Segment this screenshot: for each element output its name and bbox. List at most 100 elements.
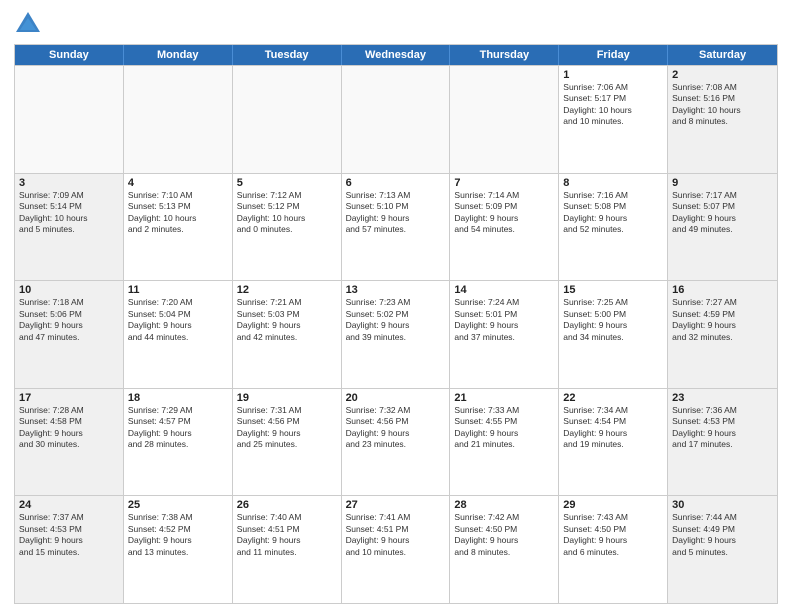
day-info: Sunrise: 7:32 AM Sunset: 4:56 PM Dayligh… xyxy=(346,405,446,451)
day-number: 21 xyxy=(454,392,554,404)
day-info: Sunrise: 7:27 AM Sunset: 4:59 PM Dayligh… xyxy=(672,297,773,343)
calendar-row-4: 24Sunrise: 7:37 AM Sunset: 4:53 PM Dayli… xyxy=(15,495,777,603)
calendar-cell-r3-c5: 22Sunrise: 7:34 AM Sunset: 4:54 PM Dayli… xyxy=(559,389,668,496)
day-info: Sunrise: 7:29 AM Sunset: 4:57 PM Dayligh… xyxy=(128,405,228,451)
day-number: 6 xyxy=(346,177,446,189)
day-number: 17 xyxy=(19,392,119,404)
day-info: Sunrise: 7:24 AM Sunset: 5:01 PM Dayligh… xyxy=(454,297,554,343)
calendar-cell-r1-c3: 6Sunrise: 7:13 AM Sunset: 5:10 PM Daylig… xyxy=(342,174,451,281)
day-number: 24 xyxy=(19,499,119,511)
day-number: 26 xyxy=(237,499,337,511)
day-info: Sunrise: 7:12 AM Sunset: 5:12 PM Dayligh… xyxy=(237,190,337,236)
day-info: Sunrise: 7:08 AM Sunset: 5:16 PM Dayligh… xyxy=(672,82,773,128)
header-day-thursday: Thursday xyxy=(450,45,559,65)
day-number: 23 xyxy=(672,392,773,404)
day-number: 12 xyxy=(237,284,337,296)
day-info: Sunrise: 7:06 AM Sunset: 5:17 PM Dayligh… xyxy=(563,82,663,128)
day-number: 11 xyxy=(128,284,228,296)
day-info: Sunrise: 7:18 AM Sunset: 5:06 PM Dayligh… xyxy=(19,297,119,343)
day-info: Sunrise: 7:25 AM Sunset: 5:00 PM Dayligh… xyxy=(563,297,663,343)
logo-icon xyxy=(14,10,42,38)
day-number: 28 xyxy=(454,499,554,511)
calendar-cell-r0-c4 xyxy=(450,66,559,173)
day-number: 13 xyxy=(346,284,446,296)
day-number: 22 xyxy=(563,392,663,404)
calendar-cell-r3-c2: 19Sunrise: 7:31 AM Sunset: 4:56 PM Dayli… xyxy=(233,389,342,496)
header-day-tuesday: Tuesday xyxy=(233,45,342,65)
header xyxy=(14,10,778,38)
calendar-cell-r0-c3 xyxy=(342,66,451,173)
calendar-cell-r0-c5: 1Sunrise: 7:06 AM Sunset: 5:17 PM Daylig… xyxy=(559,66,668,173)
calendar-row-1: 3Sunrise: 7:09 AM Sunset: 5:14 PM Daylig… xyxy=(15,173,777,281)
header-day-friday: Friday xyxy=(559,45,668,65)
calendar-cell-r3-c0: 17Sunrise: 7:28 AM Sunset: 4:58 PM Dayli… xyxy=(15,389,124,496)
calendar-cell-r4-c4: 28Sunrise: 7:42 AM Sunset: 4:50 PM Dayli… xyxy=(450,496,559,603)
day-info: Sunrise: 7:09 AM Sunset: 5:14 PM Dayligh… xyxy=(19,190,119,236)
calendar-cell-r2-c3: 13Sunrise: 7:23 AM Sunset: 5:02 PM Dayli… xyxy=(342,281,451,388)
day-info: Sunrise: 7:28 AM Sunset: 4:58 PM Dayligh… xyxy=(19,405,119,451)
day-info: Sunrise: 7:37 AM Sunset: 4:53 PM Dayligh… xyxy=(19,512,119,558)
calendar-cell-r4-c1: 25Sunrise: 7:38 AM Sunset: 4:52 PM Dayli… xyxy=(124,496,233,603)
day-number: 25 xyxy=(128,499,228,511)
header-day-monday: Monday xyxy=(124,45,233,65)
day-info: Sunrise: 7:21 AM Sunset: 5:03 PM Dayligh… xyxy=(237,297,337,343)
day-info: Sunrise: 7:17 AM Sunset: 5:07 PM Dayligh… xyxy=(672,190,773,236)
calendar-cell-r2-c6: 16Sunrise: 7:27 AM Sunset: 4:59 PM Dayli… xyxy=(668,281,777,388)
day-number: 18 xyxy=(128,392,228,404)
day-number: 9 xyxy=(672,177,773,189)
day-number: 30 xyxy=(672,499,773,511)
day-info: Sunrise: 7:33 AM Sunset: 4:55 PM Dayligh… xyxy=(454,405,554,451)
calendar-row-0: 1Sunrise: 7:06 AM Sunset: 5:17 PM Daylig… xyxy=(15,65,777,173)
calendar-cell-r0-c2 xyxy=(233,66,342,173)
logo xyxy=(14,10,46,38)
day-info: Sunrise: 7:42 AM Sunset: 4:50 PM Dayligh… xyxy=(454,512,554,558)
day-number: 14 xyxy=(454,284,554,296)
day-info: Sunrise: 7:10 AM Sunset: 5:13 PM Dayligh… xyxy=(128,190,228,236)
day-info: Sunrise: 7:41 AM Sunset: 4:51 PM Dayligh… xyxy=(346,512,446,558)
day-number: 16 xyxy=(672,284,773,296)
day-info: Sunrise: 7:40 AM Sunset: 4:51 PM Dayligh… xyxy=(237,512,337,558)
calendar-cell-r1-c5: 8Sunrise: 7:16 AM Sunset: 5:08 PM Daylig… xyxy=(559,174,668,281)
day-info: Sunrise: 7:38 AM Sunset: 4:52 PM Dayligh… xyxy=(128,512,228,558)
calendar-cell-r3-c6: 23Sunrise: 7:36 AM Sunset: 4:53 PM Dayli… xyxy=(668,389,777,496)
calendar-body: 1Sunrise: 7:06 AM Sunset: 5:17 PM Daylig… xyxy=(15,65,777,603)
header-day-saturday: Saturday xyxy=(668,45,777,65)
day-number: 4 xyxy=(128,177,228,189)
calendar-row-3: 17Sunrise: 7:28 AM Sunset: 4:58 PM Dayli… xyxy=(15,388,777,496)
calendar-cell-r4-c0: 24Sunrise: 7:37 AM Sunset: 4:53 PM Dayli… xyxy=(15,496,124,603)
header-day-sunday: Sunday xyxy=(15,45,124,65)
calendar-cell-r4-c2: 26Sunrise: 7:40 AM Sunset: 4:51 PM Dayli… xyxy=(233,496,342,603)
day-info: Sunrise: 7:36 AM Sunset: 4:53 PM Dayligh… xyxy=(672,405,773,451)
calendar-cell-r0-c6: 2Sunrise: 7:08 AM Sunset: 5:16 PM Daylig… xyxy=(668,66,777,173)
day-number: 27 xyxy=(346,499,446,511)
calendar-cell-r2-c0: 10Sunrise: 7:18 AM Sunset: 5:06 PM Dayli… xyxy=(15,281,124,388)
calendar-cell-r1-c2: 5Sunrise: 7:12 AM Sunset: 5:12 PM Daylig… xyxy=(233,174,342,281)
calendar-cell-r4-c5: 29Sunrise: 7:43 AM Sunset: 4:50 PM Dayli… xyxy=(559,496,668,603)
day-info: Sunrise: 7:31 AM Sunset: 4:56 PM Dayligh… xyxy=(237,405,337,451)
day-number: 1 xyxy=(563,69,663,81)
calendar-cell-r2-c4: 14Sunrise: 7:24 AM Sunset: 5:01 PM Dayli… xyxy=(450,281,559,388)
day-number: 7 xyxy=(454,177,554,189)
calendar-cell-r3-c1: 18Sunrise: 7:29 AM Sunset: 4:57 PM Dayli… xyxy=(124,389,233,496)
calendar-row-2: 10Sunrise: 7:18 AM Sunset: 5:06 PM Dayli… xyxy=(15,280,777,388)
calendar-cell-r3-c4: 21Sunrise: 7:33 AM Sunset: 4:55 PM Dayli… xyxy=(450,389,559,496)
calendar-cell-r1-c4: 7Sunrise: 7:14 AM Sunset: 5:09 PM Daylig… xyxy=(450,174,559,281)
day-number: 20 xyxy=(346,392,446,404)
day-info: Sunrise: 7:14 AM Sunset: 5:09 PM Dayligh… xyxy=(454,190,554,236)
calendar-header: SundayMondayTuesdayWednesdayThursdayFrid… xyxy=(15,45,777,65)
calendar-cell-r2-c1: 11Sunrise: 7:20 AM Sunset: 5:04 PM Dayli… xyxy=(124,281,233,388)
calendar-cell-r1-c6: 9Sunrise: 7:17 AM Sunset: 5:07 PM Daylig… xyxy=(668,174,777,281)
calendar: SundayMondayTuesdayWednesdayThursdayFrid… xyxy=(14,44,778,604)
calendar-cell-r2-c5: 15Sunrise: 7:25 AM Sunset: 5:00 PM Dayli… xyxy=(559,281,668,388)
day-number: 5 xyxy=(237,177,337,189)
calendar-cell-r2-c2: 12Sunrise: 7:21 AM Sunset: 5:03 PM Dayli… xyxy=(233,281,342,388)
day-info: Sunrise: 7:43 AM Sunset: 4:50 PM Dayligh… xyxy=(563,512,663,558)
day-number: 3 xyxy=(19,177,119,189)
day-info: Sunrise: 7:13 AM Sunset: 5:10 PM Dayligh… xyxy=(346,190,446,236)
day-info: Sunrise: 7:16 AM Sunset: 5:08 PM Dayligh… xyxy=(563,190,663,236)
day-info: Sunrise: 7:23 AM Sunset: 5:02 PM Dayligh… xyxy=(346,297,446,343)
day-number: 10 xyxy=(19,284,119,296)
calendar-cell-r0-c0 xyxy=(15,66,124,173)
day-number: 8 xyxy=(563,177,663,189)
day-number: 15 xyxy=(563,284,663,296)
